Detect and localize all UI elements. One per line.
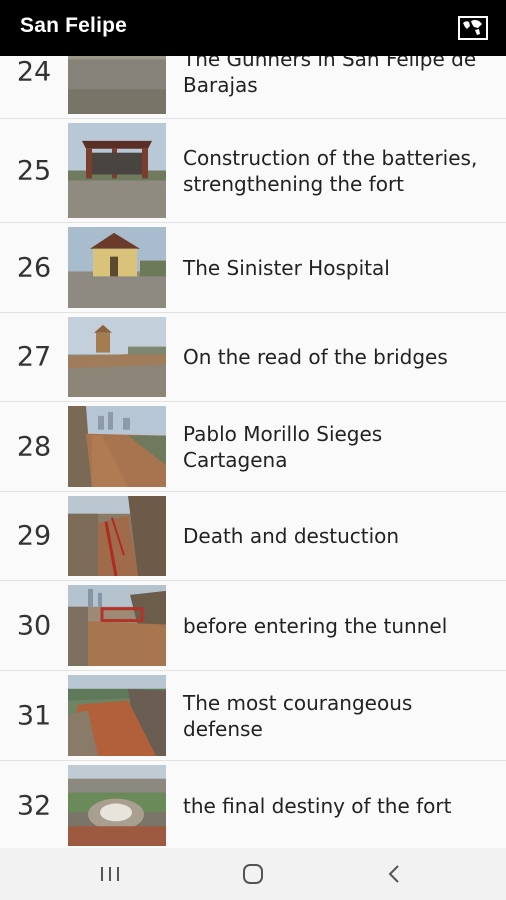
stop-number: 26 (16, 252, 52, 283)
list-item[interactable]: 26 The Sinister Hospital (0, 223, 506, 313)
stop-title: Pablo Morillo Sieges Cartagena (183, 421, 383, 472)
list-item[interactable]: 30 before entering the tunnel (0, 581, 506, 671)
list-item[interactable]: 32 the final destiny of the fort (0, 761, 506, 848)
map-icon[interactable] (458, 15, 488, 41)
stop-title: The most courangeous defense (183, 690, 413, 741)
list-item[interactable]: 28 Pablo Morillo Sieges Cartagena (0, 402, 506, 492)
stop-title: Death and destuction (183, 524, 400, 548)
list-item[interactable]: 27 On the read of the bridges (0, 313, 506, 402)
stop-title: before entering the tunnel (183, 613, 448, 638)
stop-number: 25 (16, 155, 52, 186)
stop-title: The Gunners in San Felipe de Barajas (183, 56, 477, 97)
stop-number: 28 (16, 431, 52, 462)
sentry-box-photo (68, 317, 166, 397)
stop-number: 29 (16, 520, 52, 552)
stop-title: the final destiny of the fort (183, 793, 452, 818)
app-bar: San Felipe (0, 0, 506, 56)
red-railing-ramp-photo (68, 496, 166, 576)
list-item[interactable]: 25 Construction of the batteries, streng… (0, 119, 506, 223)
fort-ruins-photo (68, 765, 166, 846)
stops-list[interactable]: 24 The Gunners in San Felipe de Barajas … (0, 56, 506, 848)
tunnel-approach-photo (68, 585, 166, 666)
system-nav-bar (0, 848, 506, 900)
stop-title: Construction of the batteries, strengthe… (183, 145, 478, 196)
recents-icon[interactable] (90, 858, 130, 890)
stop-number: 24 (16, 56, 52, 88)
sloped-wall-photo (68, 675, 166, 756)
roofed-shelter-photo (68, 123, 166, 218)
yellow-hut-photo (68, 227, 166, 308)
list-item[interactable]: 29 Death and destuction (0, 492, 506, 581)
app-title: San Felipe (20, 14, 128, 37)
stop-number: 30 (16, 610, 52, 641)
list-item[interactable]: 31 The most courangeous defense (0, 671, 506, 761)
gun-platform-photo (68, 56, 166, 114)
stop-number: 27 (16, 341, 52, 373)
stop-title: On the read of the bridges (183, 345, 448, 369)
stop-title: The Sinister Hospital (183, 255, 390, 280)
home-icon[interactable] (233, 858, 273, 890)
wall-walkway-photo (68, 406, 166, 487)
list-item[interactable]: 24 The Gunners in San Felipe de Barajas (0, 56, 506, 119)
back-icon[interactable] (374, 858, 414, 890)
stop-number: 32 (16, 790, 52, 821)
stop-number: 31 (16, 700, 52, 731)
